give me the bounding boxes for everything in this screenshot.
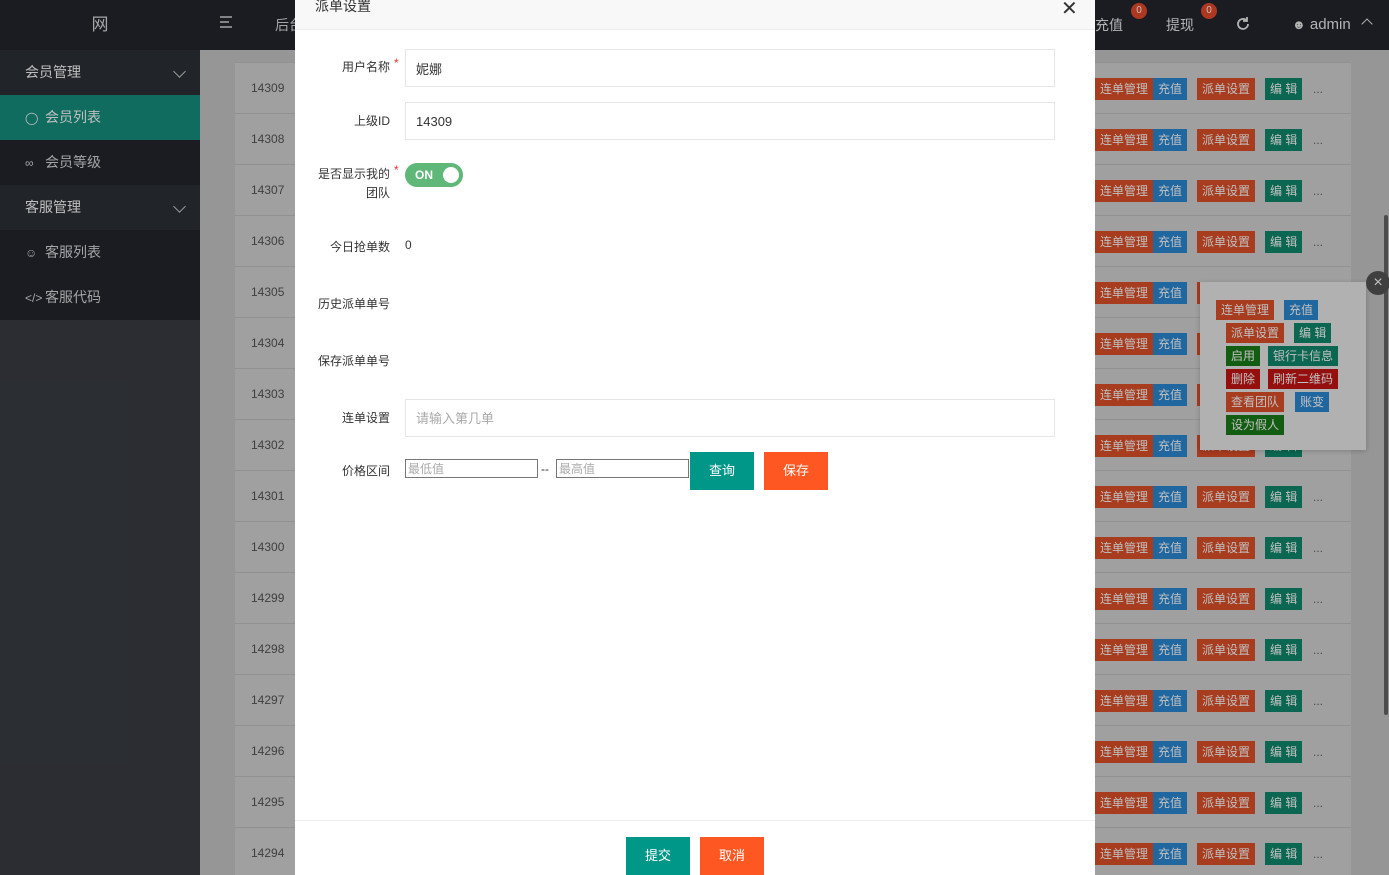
today-orders-label: 今日抢单数 <box>329 240 390 254</box>
close-icon[interactable]: ✕ <box>1061 0 1078 21</box>
modal-footer: 提交 取消 <box>295 820 1095 875</box>
modal-title: 派单设置 <box>315 0 371 14</box>
chain-setting-input[interactable] <box>405 399 1055 437</box>
price-range-label: 价格区间 <box>341 464 390 478</box>
parent-id-input[interactable] <box>405 102 1055 140</box>
username-input[interactable] <box>405 49 1055 87</box>
team-visibility-label-line2: 团队 <box>365 186 390 200</box>
history-orders-label: 历史派单单号 <box>317 297 390 311</box>
submit-button[interactable]: 提交 <box>626 837 690 875</box>
save-button[interactable]: 保存 <box>764 452 828 490</box>
price-max-input[interactable] <box>556 459 689 478</box>
toggle-text: ON <box>415 168 433 182</box>
required-mark: * <box>394 163 399 177</box>
username-label: 用户名称 <box>341 60 390 74</box>
price-min-input[interactable] <box>405 459 538 478</box>
required-mark: * <box>394 56 399 70</box>
query-button[interactable]: 查询 <box>690 452 754 490</box>
modal-header: 派单设置 ✕ <box>295 0 1095 30</box>
cancel-button[interactable]: 取消 <box>700 837 764 875</box>
dispatch-settings-modal: 派单设置 ✕ 用户名称 * 上级ID 是否显示我的 团队 * ON 今日抢单数 … <box>295 0 1095 875</box>
saved-orders-label: 保存派单单号 <box>317 354 390 368</box>
toggle-knob <box>443 167 459 183</box>
price-separator: -- <box>541 462 549 476</box>
team-visibility-label: 是否显示我的 团队 <box>295 165 390 203</box>
parent-id-label: 上级ID <box>353 114 390 128</box>
team-visibility-toggle[interactable]: ON <box>405 163 463 187</box>
team-visibility-label-line1: 是否显示我的 <box>317 167 390 181</box>
today-orders-value: 0 <box>405 238 412 252</box>
chain-setting-label: 连单设置 <box>341 411 390 425</box>
